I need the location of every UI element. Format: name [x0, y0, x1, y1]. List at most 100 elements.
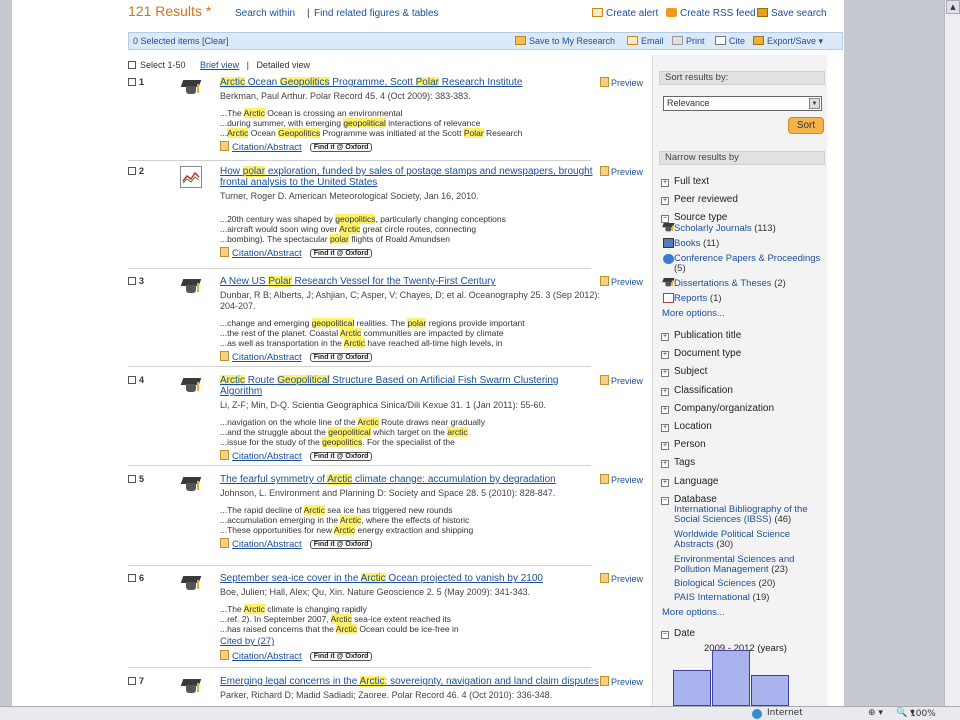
citation-abstract-link[interactable]: Citation/Abstract — [232, 451, 302, 462]
facet-source-type[interactable]: − Source type — [661, 212, 727, 223]
find-it-button[interactable]: Find it @ Oxford — [309, 540, 373, 549]
facet-location[interactable]: + Location — [661, 421, 712, 432]
select-all-checkbox[interactable] — [128, 61, 136, 69]
document-icon — [220, 247, 229, 257]
result-title[interactable]: A New US Polar Research Vessel for the T… — [220, 276, 600, 287]
citation-abstract-link[interactable]: Citation/Abstract — [232, 651, 302, 662]
print-button[interactable]: Print — [672, 36, 705, 46]
facet-subject[interactable]: + Subject — [661, 366, 707, 377]
find-it-button[interactable]: Find it @ Oxford — [309, 249, 373, 258]
result-meta: Parker, Richard D; Madid Sadiadi; Zaoree… — [220, 690, 553, 700]
browser-status-bar: Internet ⊕ ▾ 🔍 100% ▾ — [0, 706, 960, 720]
protected-mode-icon[interactable]: ⊕ ▾ — [868, 708, 883, 718]
result-meta: Dunbar, R B; Alberts, J; Ashjian, C; Asp… — [220, 290, 600, 311]
date-histogram-bar[interactable] — [673, 670, 711, 706]
print-icon — [672, 36, 683, 45]
source-type-option[interactable]: Reports (1) — [674, 294, 828, 304]
find-it-button[interactable]: Find it @ Oxford — [309, 452, 373, 461]
scroll-up-icon[interactable]: ▲ — [946, 0, 960, 14]
preview-link[interactable]: Preview — [600, 166, 643, 177]
save-search-button[interactable]: Save search — [757, 8, 827, 19]
source-type-option[interactable]: Books (11) — [674, 239, 828, 249]
find-it-button[interactable]: Find it @ Oxford — [309, 652, 373, 661]
document-icon — [220, 141, 229, 151]
vertical-scrollbar[interactable]: ▲ — [944, 0, 960, 706]
source-type-option[interactable]: Conference Papers & Proceedings (5) — [674, 254, 828, 274]
preview-icon — [600, 573, 609, 583]
database-option[interactable]: PAIS International (19) — [674, 593, 828, 603]
facet-date[interactable]: − Date — [661, 628, 695, 639]
database-option[interactable]: Biological Sciences (20) — [674, 579, 828, 589]
zoom-level[interactable]: 🔍 100% ▾ — [896, 708, 936, 719]
facet-person[interactable]: + Person — [661, 439, 706, 450]
facet-publication-title[interactable]: + Publication title — [661, 330, 741, 341]
facet-full-text[interactable]: + Full text — [661, 176, 709, 187]
result-checkbox[interactable] — [128, 475, 136, 483]
result-title[interactable]: Emerging legal concerns in the Arctic: s… — [220, 676, 600, 687]
save-to-my-research-button[interactable]: Save to My Research — [515, 36, 615, 46]
facet-tags[interactable]: + Tags — [661, 457, 695, 468]
preview-link[interactable]: Preview — [600, 573, 643, 584]
result-checkbox[interactable] — [128, 277, 136, 285]
result-title[interactable]: The fearful symmetry of Arctic climate c… — [220, 474, 600, 485]
result-links: Citation/Abstract Find it @ Oxford — [220, 351, 600, 363]
database-option[interactable]: Worldwide Political Science Abstracts (3… — [674, 530, 828, 550]
facet-document-type[interactable]: + Document type — [661, 348, 741, 359]
globe-icon — [752, 709, 762, 719]
email-button[interactable]: Email — [627, 36, 664, 46]
database-more-options[interactable]: More options... — [662, 607, 725, 618]
result-snippet: ...change and emerging geopolitical real… — [220, 318, 525, 348]
facet-company[interactable]: + Company/organization — [661, 403, 774, 414]
sort-button[interactable]: Sort — [788, 117, 824, 134]
result-links: Citation/Abstract Find it @ Oxford — [220, 247, 600, 259]
preview-link[interactable]: Preview — [600, 474, 643, 485]
preview-link[interactable]: Preview — [600, 375, 643, 386]
citation-abstract-link[interactable]: Citation/Abstract — [232, 142, 302, 153]
date-histogram-bar[interactable] — [712, 650, 750, 706]
facet-classification[interactable]: + Classification — [661, 385, 733, 396]
create-rss-button[interactable]: Create RSS feed — [666, 8, 756, 19]
result-number: 7 — [128, 676, 144, 686]
result-title[interactable]: Arctic Route Geopolitical Structure Base… — [220, 375, 600, 397]
export-save-button[interactable]: Export/Save ▾ — [753, 36, 823, 47]
result-title[interactable]: Arctic Ocean Geopolitics Programme, Scot… — [220, 77, 600, 88]
preview-link[interactable]: Preview — [600, 77, 643, 88]
result-checkbox[interactable] — [128, 376, 136, 384]
citation-abstract-link[interactable]: Citation/Abstract — [232, 248, 302, 259]
preview-link[interactable]: Preview — [600, 676, 643, 687]
result-title[interactable]: How polar exploration, funded by sales o… — [220, 166, 600, 188]
result-checkbox[interactable] — [128, 574, 136, 582]
preview-link[interactable]: Preview — [600, 276, 643, 287]
create-alert-button[interactable]: Create alert — [592, 8, 658, 19]
facet-language[interactable]: + Language — [661, 476, 719, 487]
cited-by-link[interactable]: Cited by (27) — [220, 636, 600, 647]
detailed-view-label[interactable]: Detailed view — [256, 60, 310, 70]
source-type-option[interactable]: Scholarly Journals (113) — [674, 224, 828, 234]
source-type-more-options[interactable]: More options... — [662, 308, 725, 319]
expand-icon: + — [661, 197, 669, 205]
database-option[interactable]: International Bibliography of the Social… — [674, 505, 828, 525]
find-it-button[interactable]: Find it @ Oxford — [309, 353, 373, 362]
find-related-link[interactable]: Find related figures & tables — [314, 8, 439, 19]
result-number: 6 — [128, 573, 144, 583]
result-divider — [128, 465, 591, 466]
cite-button[interactable]: Cite — [715, 36, 745, 46]
facet-peer-reviewed[interactable]: + Peer reviewed — [661, 194, 738, 205]
sort-select[interactable]: Relevance ▼ — [663, 96, 822, 111]
selected-items-count[interactable]: 0 Selected items [Clear] — [133, 36, 229, 46]
source-type-option[interactable]: Dissertations & Theses (2) — [674, 279, 828, 289]
result-links: Citation/Abstract Find it @ Oxford — [220, 141, 600, 153]
result-links: Citation/Abstract Find it @ Oxford — [220, 650, 600, 662]
brief-view-link[interactable]: Brief view — [200, 60, 239, 70]
find-it-button[interactable]: Find it @ Oxford — [309, 143, 373, 152]
result-checkbox[interactable] — [128, 167, 136, 175]
result-number: 5 — [128, 474, 144, 484]
citation-abstract-link[interactable]: Citation/Abstract — [232, 539, 302, 550]
result-checkbox[interactable] — [128, 677, 136, 685]
result-checkbox[interactable] — [128, 78, 136, 86]
date-histogram-bar[interactable] — [751, 675, 789, 706]
citation-abstract-link[interactable]: Citation/Abstract — [232, 352, 302, 363]
database-option[interactable]: Environmental Sciences and Pollution Man… — [674, 555, 828, 575]
search-within-link[interactable]: Search within — [235, 8, 295, 19]
result-title[interactable]: September sea-ice cover in the Arctic Oc… — [220, 573, 600, 584]
